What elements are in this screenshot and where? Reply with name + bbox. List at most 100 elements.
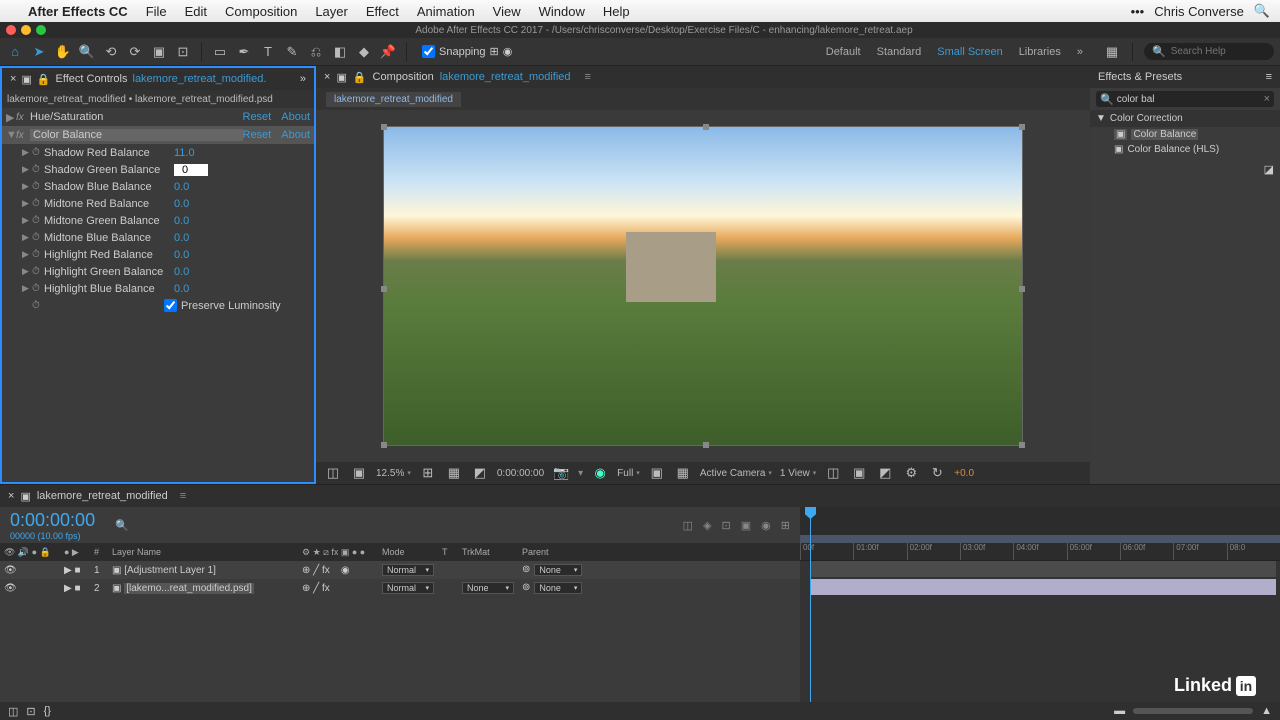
timecode-display[interactable]: 0:00:00:00: [497, 468, 544, 479]
property-value[interactable]: 0.0: [174, 181, 189, 193]
pen-tool-icon[interactable]: ✒: [235, 43, 253, 61]
eraser-tool-icon[interactable]: ◧: [331, 43, 349, 61]
time-ruler[interactable]: 00f 01:00f 02:00f 03:00f 04:00f 05:00f 0…: [800, 543, 1280, 561]
menu-window[interactable]: Window: [539, 4, 585, 19]
stopwatch-icon[interactable]: ⏱: [32, 300, 44, 311]
property-value[interactable]: 0.0: [174, 266, 189, 278]
property-value-editing[interactable]: 0: [174, 164, 208, 176]
tl-icon-1[interactable]: ◫: [683, 519, 693, 532]
parent-dropdown[interactable]: None: [534, 582, 582, 594]
vb-icon-1[interactable]: ◫: [824, 464, 842, 482]
workspace-overflow-icon[interactable]: »: [1077, 46, 1083, 58]
rotate-tool-icon[interactable]: ⟳: [126, 43, 144, 61]
pan-behind-tool-icon[interactable]: ⊡: [174, 43, 192, 61]
transform-handle[interactable]: [381, 124, 387, 130]
reset-link[interactable]: Reset: [243, 129, 272, 141]
orbit-tool-icon[interactable]: ⟲: [102, 43, 120, 61]
twirl-icon[interactable]: ▼: [1096, 113, 1106, 124]
layer-row[interactable]: 👁 ▶ ■ 1 ▣ [Adjustment Layer 1] ⊕ ╱ fx ◉ …: [0, 561, 800, 579]
clear-icon[interactable]: ×: [1264, 93, 1270, 105]
footer-icon-2[interactable]: ⊡: [26, 705, 35, 718]
transparency-icon[interactable]: ▦: [674, 464, 692, 482]
vb-icon-3[interactable]: ◩: [876, 464, 894, 482]
twirl-icon[interactable]: ▶: [6, 111, 16, 124]
transform-handle[interactable]: [1019, 124, 1025, 130]
effect-hue-saturation[interactable]: ▶ fx Hue/Saturation Reset About: [2, 108, 314, 126]
viewport-icon-2[interactable]: ▣: [350, 464, 368, 482]
effects-search-input[interactable]: [1117, 94, 1261, 105]
app-name[interactable]: After Effects CC: [28, 4, 128, 19]
layer-search-icon[interactable]: 🔍: [115, 519, 129, 532]
camera-tool-icon[interactable]: ▣: [150, 43, 168, 61]
sync-icon[interactable]: ▦: [1103, 43, 1121, 61]
comp-breadcrumb[interactable]: lakemore_retreat_modified: [316, 88, 1090, 110]
stopwatch-icon[interactable]: ⏱: [32, 215, 44, 226]
menu-layer[interactable]: Layer: [315, 4, 348, 19]
resolution-icon[interactable]: ⊞: [419, 464, 437, 482]
footer-icon-3[interactable]: {}: [44, 705, 51, 717]
about-link[interactable]: About: [281, 111, 310, 123]
category-row[interactable]: ▼Color Correction: [1090, 110, 1280, 127]
current-time[interactable]: 0:00:00:00: [10, 510, 95, 531]
workspace-standard[interactable]: Standard: [877, 46, 922, 58]
stopwatch-icon[interactable]: ⏱: [32, 147, 44, 158]
exposure-value[interactable]: +0.0: [954, 468, 974, 479]
resolution-dropdown[interactable]: Full: [617, 468, 640, 479]
layer-row[interactable]: 👁 ▶ ■ 2 ▣ [lakemo...reat_modified.psd] ⊕…: [0, 579, 800, 597]
tl-icon-6[interactable]: ⊞: [781, 519, 790, 532]
stopwatch-icon[interactable]: ⏱: [32, 266, 44, 277]
zoom-dropdown[interactable]: 12.5%: [376, 468, 411, 479]
refresh-icon[interactable]: ↻: [928, 464, 946, 482]
grid-icon[interactable]: ▦: [445, 464, 463, 482]
panel-header[interactable]: Effects & Presets≡: [1090, 66, 1280, 88]
layer-bar[interactable]: [810, 579, 1276, 595]
stopwatch-icon[interactable]: ⏱: [32, 249, 44, 260]
selection-tool-icon[interactable]: ➤: [30, 43, 48, 61]
property-value[interactable]: 11.0: [174, 147, 195, 159]
composition-viewer[interactable]: ⊕: [316, 110, 1090, 462]
close-tab-icon[interactable]: ×: [10, 73, 16, 85]
lock-icon[interactable]: 🔒: [353, 71, 367, 84]
close-tab-icon[interactable]: ×: [8, 490, 14, 502]
hand-tool-icon[interactable]: ✋: [54, 43, 72, 61]
menu-effect[interactable]: Effect: [366, 4, 399, 19]
transform-handle[interactable]: [1019, 442, 1025, 448]
stopwatch-icon[interactable]: ⏱: [32, 181, 44, 192]
clone-tool-icon[interactable]: ⎌: [307, 43, 325, 61]
home-icon[interactable]: ⌂: [6, 43, 24, 61]
help-search-input[interactable]: [1171, 46, 1266, 57]
mode-dropdown[interactable]: Normal: [382, 564, 434, 576]
stopwatch-icon[interactable]: ⏱: [32, 232, 44, 243]
menu-view[interactable]: View: [493, 4, 521, 19]
layer-bar[interactable]: [810, 561, 1276, 577]
tl-icon-5[interactable]: ◉: [761, 519, 771, 532]
transform-handle[interactable]: [381, 442, 387, 448]
pickwhip-icon[interactable]: ⊚: [522, 564, 530, 576]
preset-item[interactable]: ▣Color Balance (HLS): [1090, 142, 1280, 157]
mac-menubar[interactable]: After Effects CC File Edit Composition L…: [0, 0, 1280, 22]
mask-icon[interactable]: ◩: [471, 464, 489, 482]
reset-link[interactable]: Reset: [243, 111, 272, 123]
zoom-tool-icon[interactable]: 🔍: [78, 43, 96, 61]
snap-sub-icon-1[interactable]: ⊞: [490, 45, 499, 58]
type-tool-icon[interactable]: T: [259, 43, 277, 61]
playhead[interactable]: [810, 507, 811, 702]
property-value[interactable]: 0.0: [174, 232, 189, 244]
panel-menu-icon[interactable]: ≡: [180, 490, 186, 502]
roi-icon[interactable]: ▣: [648, 464, 666, 482]
property-value[interactable]: 0.0: [174, 249, 189, 261]
snapshot-icon[interactable]: 📷: [552, 464, 570, 482]
spotlight-icon[interactable]: 🔍: [1254, 3, 1270, 19]
timeline-tab[interactable]: × ▣ lakemore_retreat_modified ≡: [0, 485, 1280, 507]
twirl-icon[interactable]: ▼: [6, 129, 16, 141]
channel-icon[interactable]: ◉: [591, 464, 609, 482]
views-dropdown[interactable]: 1 View: [780, 468, 816, 479]
transform-handle[interactable]: [703, 124, 709, 130]
workspace-small-screen[interactable]: Small Screen: [937, 46, 1002, 58]
fx-badge[interactable]: fx: [16, 130, 30, 141]
tl-icon-4[interactable]: ▣: [741, 519, 751, 532]
anchor-point-icon[interactable]: ⊕: [698, 280, 707, 293]
effects-search[interactable]: 🔍×: [1096, 91, 1274, 107]
vb-icon-2[interactable]: ▣: [850, 464, 868, 482]
effect-color-balance[interactable]: ▼ fx Color Balance Reset About: [2, 126, 314, 144]
